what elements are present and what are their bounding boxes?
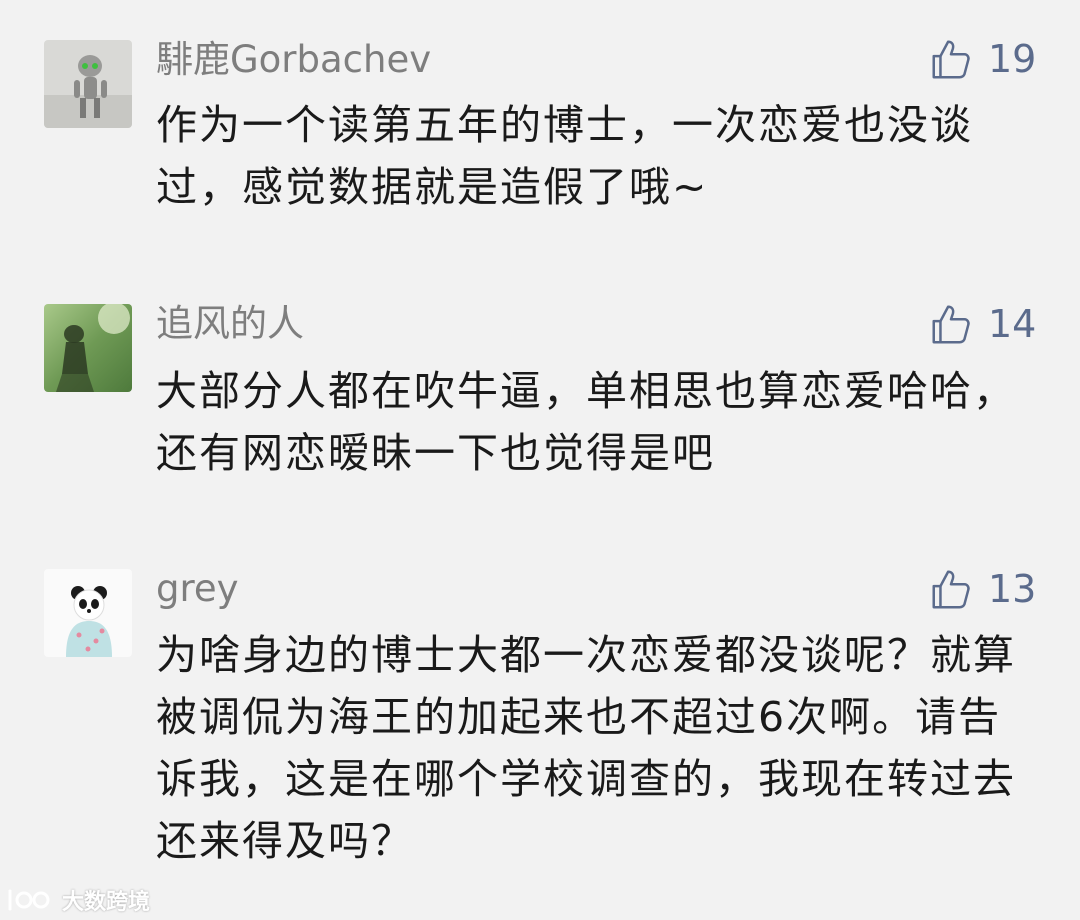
brand-logo-icon [8, 889, 50, 911]
like-button[interactable]: 14 [928, 299, 1036, 349]
like-count: 19 [988, 37, 1037, 81]
panda-avatar[interactable] [44, 569, 132, 657]
shadow-on-grass-avatar[interactable] [44, 304, 132, 392]
comment-text: 为啥身边的博士大都一次恋爱都没谈呢？就算被调侃为海王的加起来也不超过6次啊。请告… [156, 631, 1016, 865]
watermark: 大数跨境 [6, 882, 150, 918]
like-button[interactable]: 19 [928, 34, 1036, 84]
robot-figure-avatar[interactable] [44, 40, 132, 128]
thumbs-up-icon [932, 305, 970, 344]
thumbs-up-icon [932, 570, 970, 609]
comment-text: 大部分人都在吹牛逼，单相思也算恋爱哈哈，还有网恋暧昧一下也觉得是吧 [156, 367, 1016, 477]
thumbs-up-icon [932, 40, 970, 79]
like-button[interactable]: 13 [928, 564, 1036, 614]
comment-text: 作为一个读第五年的博士，一次恋爱也没谈过，感觉数据就是造假了哦~ [156, 101, 973, 211]
watermark-text: 大数跨境 [62, 890, 151, 915]
comment-username[interactable]: 騑鹿Gorbachev [156, 38, 431, 82]
like-count: 13 [988, 567, 1037, 611]
comment-username[interactable]: 追风的人 [156, 302, 304, 346]
like-count: 14 [988, 302, 1037, 346]
comment-username[interactable]: grey [156, 567, 239, 611]
